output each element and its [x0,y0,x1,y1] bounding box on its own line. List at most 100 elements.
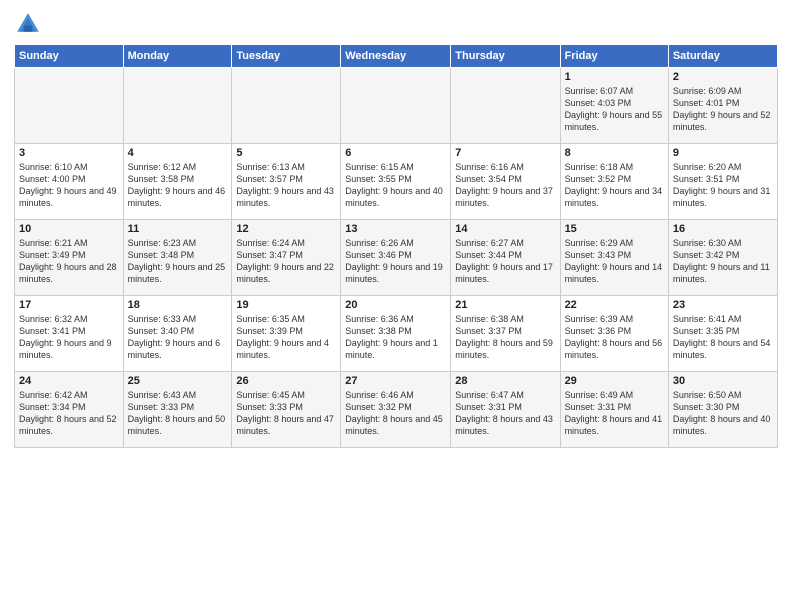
calendar-cell: 30Sunrise: 6:50 AM Sunset: 3:30 PM Dayli… [668,372,777,448]
calendar-week-row: 1 Sunrise: 6:07 AM Sunset: 4:03 PM Daylig… [15,68,778,144]
calendar-cell: 9 Sunrise: 6:20 AM Sunset: 3:51 PM Daylig… [668,144,777,220]
calendar-cell: 1 Sunrise: 6:07 AM Sunset: 4:03 PM Daylig… [560,68,668,144]
day-info: Sunrise: 6:24 AM Sunset: 3:47 PM Dayligh… [236,237,336,286]
day-number: 13 [345,223,446,235]
calendar-cell: 6 Sunrise: 6:15 AM Sunset: 3:55 PM Daylig… [341,144,451,220]
calendar-cell: 8Sunrise: 6:18 AM Sunset: 3:52 PM Daylig… [560,144,668,220]
day-number: 29 [565,375,664,387]
calendar-cell: 21 Sunrise: 6:38 AM Sunset: 3:37 PM Dayli… [451,296,560,372]
calendar-cell: 27 Sunrise: 6:46 AM Sunset: 3:32 PM Dayli… [341,372,451,448]
day-info: Sunrise: 6:10 AM Sunset: 4:00 PM Dayligh… [19,161,119,210]
day-number: 6 [345,147,446,159]
day-info: Sunrise: 6:26 AM Sunset: 3:46 PM Dayligh… [345,237,446,286]
day-info: Sunrise: 6:33 AM Sunset: 3:40 PM Dayligh… [128,313,228,362]
day-info: Sunrise: 6:45 AM Sunset: 3:33 PM Dayligh… [236,389,336,438]
calendar-cell: 15Sunrise: 6:29 AM Sunset: 3:43 PM Dayli… [560,220,668,296]
header-day-tuesday: Tuesday [232,45,341,68]
calendar-cell: 2 Sunrise: 6:09 AM Sunset: 4:01 PM Daylig… [668,68,777,144]
day-info: Sunrise: 6:50 AM Sunset: 3:30 PM Dayligh… [673,389,773,438]
day-info: Sunrise: 6:30 AM Sunset: 3:42 PM Dayligh… [673,237,773,286]
day-number: 10 [19,223,119,235]
calendar-cell: 25 Sunrise: 6:43 AM Sunset: 3:33 PM Dayli… [123,372,232,448]
day-info: Sunrise: 6:15 AM Sunset: 3:55 PM Dayligh… [345,161,446,210]
header-day-sunday: Sunday [15,45,124,68]
day-number: 9 [673,147,773,159]
day-info: Sunrise: 6:47 AM Sunset: 3:31 PM Dayligh… [455,389,555,438]
day-info: Sunrise: 6:46 AM Sunset: 3:32 PM Dayligh… [345,389,446,438]
day-number: 14 [455,223,555,235]
day-info: Sunrise: 6:18 AM Sunset: 3:52 PM Dayligh… [565,161,664,210]
day-info: Sunrise: 6:38 AM Sunset: 3:37 PM Dayligh… [455,313,555,362]
calendar-cell: 19Sunrise: 6:35 AM Sunset: 3:39 PM Dayli… [232,296,341,372]
day-number: 24 [19,375,119,387]
day-info: Sunrise: 6:21 AM Sunset: 3:49 PM Dayligh… [19,237,119,286]
logo [14,10,46,38]
calendar-week-row: 10 Sunrise: 6:21 AM Sunset: 3:49 PM Dayli… [15,220,778,296]
calendar-cell: 29 Sunrise: 6:49 AM Sunset: 3:31 PM Dayli… [560,372,668,448]
day-info: Sunrise: 6:27 AM Sunset: 3:44 PM Dayligh… [455,237,555,286]
calendar-cell [341,68,451,144]
day-number: 28 [455,375,555,387]
calendar-cell: 26 Sunrise: 6:45 AM Sunset: 3:33 PM Dayli… [232,372,341,448]
day-info: Sunrise: 6:43 AM Sunset: 3:33 PM Dayligh… [128,389,228,438]
calendar-cell: 28 Sunrise: 6:47 AM Sunset: 3:31 PM Dayli… [451,372,560,448]
day-info: Sunrise: 6:41 AM Sunset: 3:35 PM Dayligh… [673,313,773,362]
calendar-cell: 17Sunrise: 6:32 AM Sunset: 3:41 PM Dayli… [15,296,124,372]
day-info: Sunrise: 6:29 AM Sunset: 3:43 PM Dayligh… [565,237,664,286]
calendar-cell: 11 Sunrise: 6:23 AM Sunset: 3:48 PM Dayli… [123,220,232,296]
day-number: 7 [455,147,555,159]
day-info: Sunrise: 6:23 AM Sunset: 3:48 PM Dayligh… [128,237,228,286]
day-info: Sunrise: 6:42 AM Sunset: 3:34 PM Dayligh… [19,389,119,438]
calendar-week-row: 17Sunrise: 6:32 AM Sunset: 3:41 PM Dayli… [15,296,778,372]
header-day-friday: Friday [560,45,668,68]
calendar-cell: 5Sunrise: 6:13 AM Sunset: 3:57 PM Daylig… [232,144,341,220]
day-info: Sunrise: 6:36 AM Sunset: 3:38 PM Dayligh… [345,313,446,362]
day-info: Sunrise: 6:13 AM Sunset: 3:57 PM Dayligh… [236,161,336,210]
day-number: 20 [345,299,446,311]
day-number: 12 [236,223,336,235]
day-info: Sunrise: 6:20 AM Sunset: 3:51 PM Dayligh… [673,161,773,210]
calendar-cell [15,68,124,144]
day-number: 26 [236,375,336,387]
calendar-cell: 20 Sunrise: 6:36 AM Sunset: 3:38 PM Dayli… [341,296,451,372]
day-info: Sunrise: 6:16 AM Sunset: 3:54 PM Dayligh… [455,161,555,210]
calendar-week-row: 24 Sunrise: 6:42 AM Sunset: 3:34 PM Dayli… [15,372,778,448]
calendar-header-row: SundayMondayTuesdayWednesdayThursdayFrid… [15,45,778,68]
calendar-cell: 10 Sunrise: 6:21 AM Sunset: 3:49 PM Dayli… [15,220,124,296]
day-number: 25 [128,375,228,387]
calendar-cell: 7 Sunrise: 6:16 AM Sunset: 3:54 PM Daylig… [451,144,560,220]
header-day-thursday: Thursday [451,45,560,68]
day-info: Sunrise: 6:39 AM Sunset: 3:36 PM Dayligh… [565,313,664,362]
calendar-cell: 18 Sunrise: 6:33 AM Sunset: 3:40 PM Dayli… [123,296,232,372]
calendar-cell: 14 Sunrise: 6:27 AM Sunset: 3:44 PM Dayli… [451,220,560,296]
day-number: 21 [455,299,555,311]
day-number: 22 [565,299,664,311]
day-number: 11 [128,223,228,235]
day-number: 3 [19,147,119,159]
calendar-cell: 4 Sunrise: 6:12 AM Sunset: 3:58 PM Daylig… [123,144,232,220]
calendar-cell: 13 Sunrise: 6:26 AM Sunset: 3:46 PM Dayli… [341,220,451,296]
day-info: Sunrise: 6:09 AM Sunset: 4:01 PM Dayligh… [673,85,773,134]
calendar-cell [123,68,232,144]
header-day-wednesday: Wednesday [341,45,451,68]
day-number: 2 [673,71,773,83]
day-info: Sunrise: 6:32 AM Sunset: 3:41 PM Dayligh… [19,313,119,362]
calendar-cell: 23Sunrise: 6:41 AM Sunset: 3:35 PM Dayli… [668,296,777,372]
header-day-monday: Monday [123,45,232,68]
calendar-cell [232,68,341,144]
header-day-saturday: Saturday [668,45,777,68]
calendar-cell: 12 Sunrise: 6:24 AM Sunset: 3:47 PM Dayli… [232,220,341,296]
day-info: Sunrise: 6:07 AM Sunset: 4:03 PM Dayligh… [565,85,664,134]
day-number: 16 [673,223,773,235]
logo-icon [14,10,42,38]
day-number: 1 [565,71,664,83]
calendar-cell: 3 Sunrise: 6:10 AM Sunset: 4:00 PM Daylig… [15,144,124,220]
calendar-cell: 16 Sunrise: 6:30 AM Sunset: 3:42 PM Dayli… [668,220,777,296]
page-container: SundayMondayTuesdayWednesdayThursdayFrid… [0,0,792,454]
day-number: 4 [128,147,228,159]
calendar-week-row: 3 Sunrise: 6:10 AM Sunset: 4:00 PM Daylig… [15,144,778,220]
day-number: 27 [345,375,446,387]
day-info: Sunrise: 6:49 AM Sunset: 3:31 PM Dayligh… [565,389,664,438]
day-number: 18 [128,299,228,311]
day-info: Sunrise: 6:12 AM Sunset: 3:58 PM Dayligh… [128,161,228,210]
